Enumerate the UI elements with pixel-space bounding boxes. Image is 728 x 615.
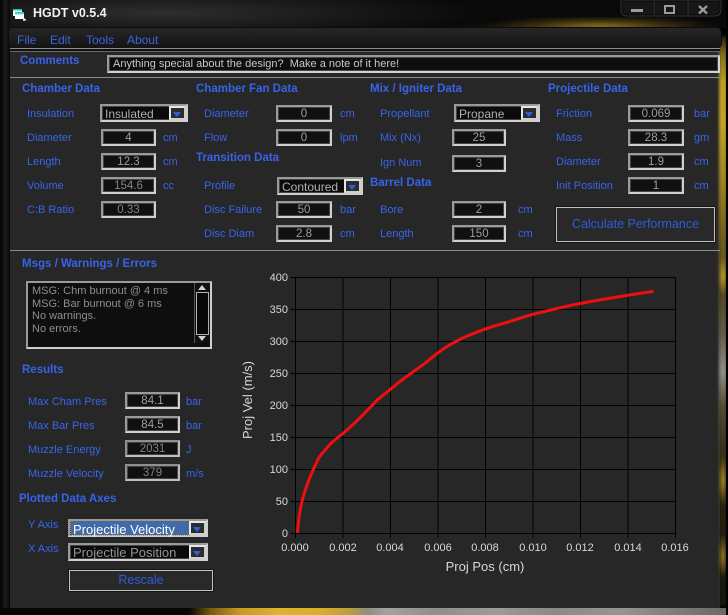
svg-text:400: 400 — [270, 272, 288, 284]
svg-text:200: 200 — [270, 400, 288, 412]
svg-text:0.014: 0.014 — [614, 542, 642, 554]
svg-text:50: 50 — [276, 496, 288, 508]
svg-text:0.010: 0.010 — [519, 542, 547, 554]
svg-text:0.008: 0.008 — [471, 542, 499, 554]
svg-text:0.012: 0.012 — [566, 542, 594, 554]
svg-text:150: 150 — [270, 432, 288, 444]
svg-text:0.006: 0.006 — [424, 542, 452, 554]
svg-text:0.004: 0.004 — [376, 542, 404, 554]
svg-text:Proj Pos (cm): Proj Pos (cm) — [446, 559, 525, 574]
svg-text:300: 300 — [270, 336, 288, 348]
svg-text:0.000: 0.000 — [281, 542, 309, 554]
svg-text:0: 0 — [282, 528, 288, 540]
svg-text:0.002: 0.002 — [329, 542, 357, 554]
svg-text:Proj Vel (m/s): Proj Vel (m/s) — [240, 361, 255, 439]
svg-text:0.016: 0.016 — [661, 542, 689, 554]
svg-text:350: 350 — [270, 304, 288, 316]
svg-text:100: 100 — [270, 464, 288, 476]
svg-text:250: 250 — [270, 368, 288, 380]
